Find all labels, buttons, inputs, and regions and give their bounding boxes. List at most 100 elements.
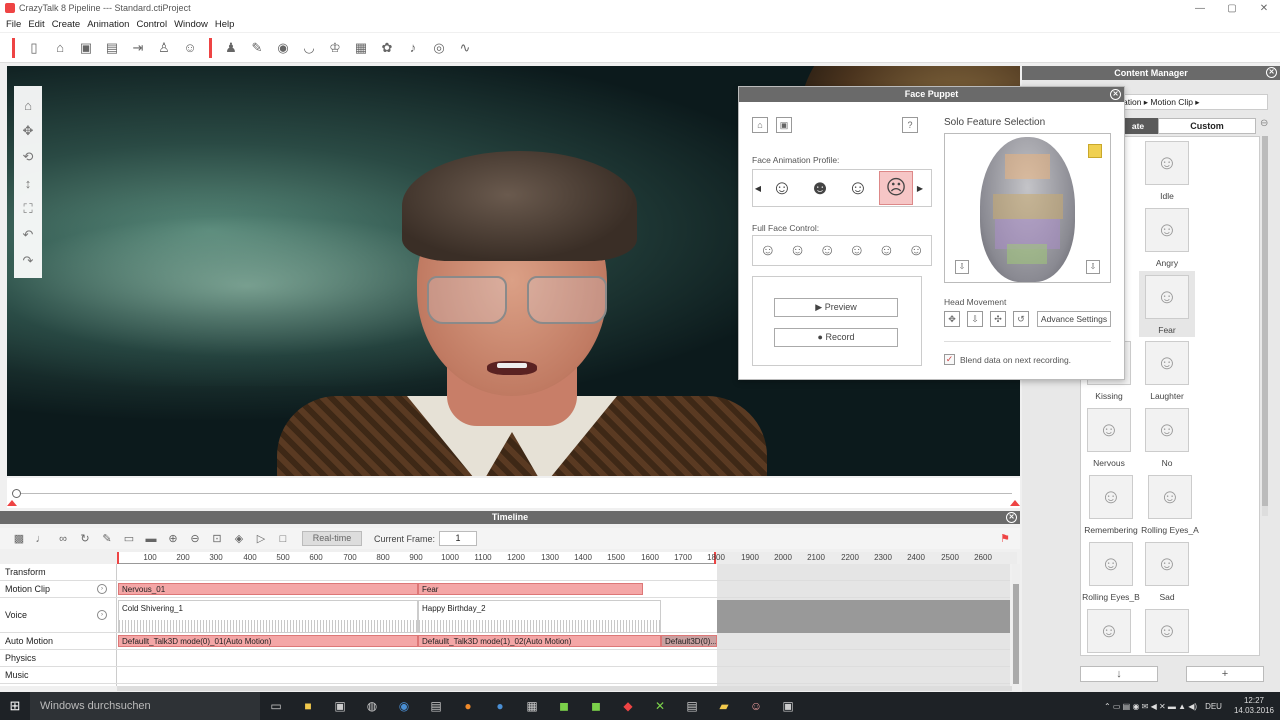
collapse-icon[interactable]: ⊖ xyxy=(1260,118,1274,134)
head-turn-icon[interactable]: ✣ xyxy=(990,311,1006,327)
expand-icon[interactable]: › xyxy=(97,584,107,594)
fit-icon[interactable]: ⛶ xyxy=(23,196,32,222)
profile-face-simple-icon[interactable]: ☺ xyxy=(841,171,875,205)
auto-motion-clip-3[interactable]: Default3D(0)... xyxy=(661,635,717,647)
track-label-physics[interactable]: Physics xyxy=(0,650,117,667)
head-tilt-left-icon[interactable]: ⇩ xyxy=(955,260,969,274)
app-icon[interactable]: ▤ xyxy=(420,692,452,720)
head-nod-icon[interactable]: ⇩ xyxy=(967,311,983,327)
record-button[interactable]: ● Record xyxy=(774,328,898,347)
content-item[interactable]: ☺ Angry xyxy=(1139,204,1195,270)
motion-clip-fear[interactable]: Fear xyxy=(418,583,643,595)
track-label-transform[interactable]: Transform xyxy=(0,564,117,581)
crazytalk-icon[interactable]: ☺ xyxy=(740,692,772,720)
app-icon[interactable]: ▣ xyxy=(772,692,804,720)
head-reset-icon[interactable]: ↺ xyxy=(1013,311,1029,327)
menu-animation[interactable]: Animation xyxy=(87,19,129,30)
close-button[interactable]: ✕ xyxy=(1248,0,1280,16)
link-icon[interactable]: ∞ xyxy=(52,533,74,545)
store-icon[interactable]: ▣ xyxy=(324,692,356,720)
blend-checkbox[interactable]: ✓ xyxy=(944,354,955,365)
brush-icon[interactable]: ✎ xyxy=(244,37,270,59)
prev-arrow-icon[interactable]: ◀ xyxy=(753,184,763,193)
split-icon[interactable]: ▭ xyxy=(118,532,140,545)
full-face-preset-icon[interactable]: ☺ xyxy=(760,242,776,260)
windows-start-icon[interactable]: ⊞ xyxy=(0,692,30,720)
content-item[interactable]: ☺ Nervous xyxy=(1081,404,1137,470)
feature-select-icon[interactable] xyxy=(1088,144,1102,158)
checker-icon[interactable]: ▦ xyxy=(348,37,374,59)
full-face-preset-icon[interactable]: ☺ xyxy=(789,242,805,260)
zoom-in-icon[interactable]: ⊕ xyxy=(162,532,184,545)
track-label-voice[interactable]: Voice › xyxy=(0,598,117,633)
realtime-button[interactable]: Real-time xyxy=(302,531,362,546)
fit-timeline-icon[interactable]: ⊡ xyxy=(206,532,228,545)
app-icon[interactable]: ▦ xyxy=(516,692,548,720)
help-button[interactable]: ? xyxy=(902,117,918,133)
voice-clip-cold-shivering[interactable]: Cold Shivering_1 xyxy=(118,600,418,633)
motion-clip-nervous[interactable]: Nervous_01 xyxy=(118,583,418,595)
menu-control[interactable]: Control xyxy=(136,19,167,30)
profile-face-male-icon[interactable]: ☺ xyxy=(765,171,799,205)
explorer-icon[interactable]: ■ xyxy=(292,692,324,720)
merge-icon[interactable]: ▬ xyxy=(140,533,162,545)
import-image-icon[interactable]: ▤ xyxy=(99,37,125,59)
voice-clip-happy-birthday[interactable]: Happy Birthday_2 xyxy=(418,600,661,633)
music-icon[interactable]: ♩ xyxy=(30,533,52,545)
language-indicator[interactable]: DEU xyxy=(1205,702,1222,711)
head-move-icon[interactable]: ✥ xyxy=(944,311,960,327)
scrollbar-thumb[interactable] xyxy=(1013,584,1019,684)
zoom-icon[interactable]: ↕ xyxy=(25,170,32,196)
tray-icons[interactable]: ⌃ ▭ ▤ ◉ ✉ ◀ ✕ ▬ ▲ ◀) xyxy=(1104,702,1197,711)
app-icon[interactable]: ◼ xyxy=(580,692,612,720)
scrollbar-thumb[interactable] xyxy=(1262,136,1268,506)
eye-icon[interactable]: ◉ xyxy=(270,37,296,59)
auto-motion-icon[interactable]: ∿ xyxy=(452,37,478,59)
feature-zone-mouth[interactable] xyxy=(1007,244,1047,264)
menu-window[interactable]: Window xyxy=(174,19,208,30)
content-item[interactable]: ☺ Sad xyxy=(1139,538,1195,604)
content-scrollbar[interactable] xyxy=(1262,136,1268,516)
app-icon[interactable]: ✕ xyxy=(644,692,676,720)
full-face-preset-icon[interactable]: ☺ xyxy=(878,242,894,260)
time-slider[interactable] xyxy=(7,478,1020,508)
tab-custom[interactable]: Custom xyxy=(1158,118,1256,134)
morph-icon[interactable]: ✿ xyxy=(374,37,400,59)
voice-icon[interactable]: ♪ xyxy=(400,37,426,59)
menu-help[interactable]: Help xyxy=(215,19,235,30)
head-tilt-right-icon[interactable]: ⇩ xyxy=(1086,260,1100,274)
menu-file[interactable]: File xyxy=(6,19,21,30)
auto-motion-clip-1[interactable]: Defaullt_Talk3D mode(0)_01(Auto Motion) xyxy=(118,635,418,647)
full-face-preset-icon[interactable]: ☺ xyxy=(819,242,835,260)
feature-zone-eyes[interactable] xyxy=(993,194,1063,219)
feature-zone-forehead[interactable] xyxy=(1005,154,1050,179)
timeline-settings-icon[interactable]: ▩ xyxy=(8,532,30,545)
timeline-vertical-scrollbar[interactable] xyxy=(1012,564,1020,691)
firefox-icon[interactable]: ● xyxy=(452,692,484,720)
undo-icon[interactable]: ↶ xyxy=(23,222,34,248)
content-item[interactable]: ☺ Rolling Eyes_B xyxy=(1081,538,1141,604)
body-icon[interactable]: ♔ xyxy=(322,37,348,59)
auto-motion-clip-2[interactable]: Defaullt_Talk3D mode(1)_02(Auto Motion) xyxy=(418,635,661,647)
clock[interactable]: 12:27 14.03.2016 xyxy=(1234,696,1274,716)
expand-icon[interactable]: › xyxy=(97,610,107,620)
content-item[interactable]: ☺ xyxy=(1081,605,1137,655)
start-marker[interactable] xyxy=(7,500,17,506)
solo-feature-head[interactable]: ⇩ ⇩ xyxy=(944,133,1111,283)
timeline-horizontal-scrollbar[interactable] xyxy=(117,686,1012,691)
open-folder-icon[interactable]: ⌂ xyxy=(752,117,768,133)
app-icon[interactable]: ◉ xyxy=(388,692,420,720)
timeline-tracks[interactable]: Nervous_01 Fear Cold Shivering_1 Happy B… xyxy=(117,564,1010,686)
play-icon[interactable]: ▷ xyxy=(250,532,272,545)
puppet-icon[interactable]: ☺ xyxy=(177,37,203,59)
new-project-icon[interactable]: ▯ xyxy=(21,37,47,59)
content-item[interactable]: ☺ Laughter xyxy=(1139,337,1195,403)
actor-icon[interactable]: ♙ xyxy=(151,37,177,59)
content-item[interactable]: ☺ xyxy=(1139,605,1195,655)
full-face-preset-icon[interactable]: ☺ xyxy=(849,242,865,260)
content-item[interactable]: ☺ Rolling Eyes_A xyxy=(1139,471,1201,537)
stop-icon[interactable]: □ xyxy=(272,533,294,545)
mouth-icon[interactable]: ◡ xyxy=(296,37,322,59)
content-item[interactable]: ☺ Idle xyxy=(1139,137,1195,203)
profile-face-angry-icon[interactable]: ☹ xyxy=(879,171,913,205)
